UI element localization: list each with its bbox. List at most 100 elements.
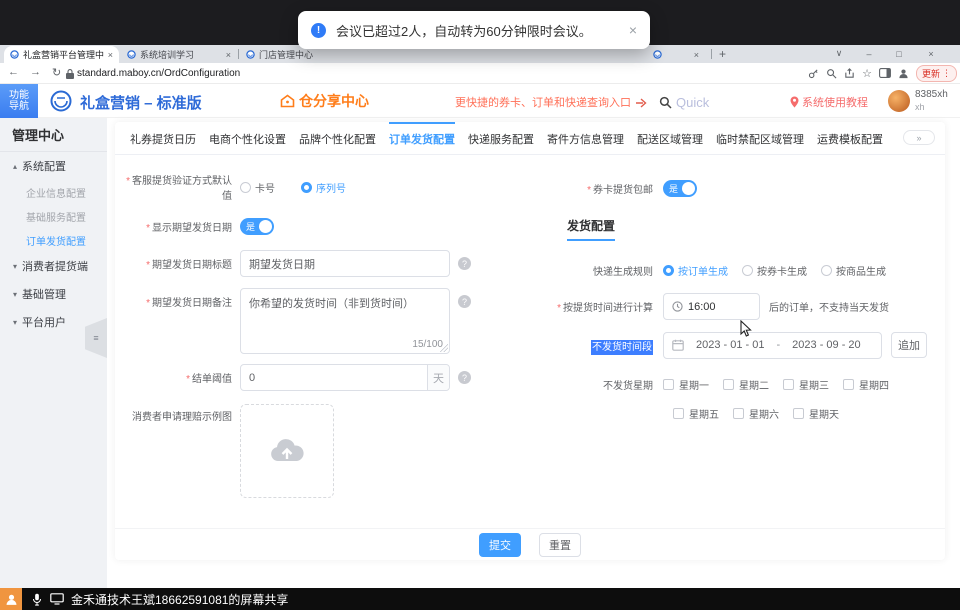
tab-close-icon[interactable]: × (694, 50, 699, 60)
resize-grip-icon[interactable] (440, 344, 448, 352)
warehouse-share-center-link[interactable]: 仓分享中心 (280, 91, 369, 111)
submit-button[interactable]: 提交 (479, 533, 521, 557)
radio-serial-number[interactable]: 序列号 (301, 180, 346, 195)
field-no-ship-weekdays-row2: 星期五 星期六 星期天 (673, 406, 853, 420)
expected-date-title-input[interactable] (249, 258, 441, 270)
group-label: 消费者提货端 (22, 258, 88, 274)
key-icon[interactable] (808, 68, 819, 79)
checkbox-tuesday[interactable]: 星期二 (723, 377, 783, 392)
tab-brand-custom[interactable]: 品牌个性化配置 (299, 122, 376, 154)
sidebar-group-consumer-pickup[interactable]: ▾ 消费者提货端 (0, 252, 107, 280)
pickup-time-input[interactable]: 16:00 (663, 293, 760, 320)
profile-icon[interactable] (898, 68, 909, 79)
checkbox-wednesday[interactable]: 星期三 (783, 377, 843, 392)
tab-separator (711, 49, 712, 59)
browser-tab-training[interactable]: 系统培训学习 × (121, 46, 237, 63)
tab-express-service[interactable]: 快递服务配置 (468, 122, 534, 154)
side-panel-icon[interactable] (879, 68, 891, 78)
share-bar-text: 金禾通技术王斌18662591081的屏幕共享 (71, 591, 288, 608)
microphone-icon[interactable] (32, 593, 42, 606)
radio-by-voucher[interactable]: 按券卡生成 (742, 263, 807, 278)
user-avatar[interactable] (888, 90, 910, 112)
help-icon[interactable]: ? (458, 295, 471, 308)
radio-by-product[interactable]: 按商品生成 (821, 263, 886, 278)
append-period-button[interactable]: 追加 (891, 332, 927, 358)
address-bar-actions: ☆ 更新 ⋮ (808, 63, 957, 83)
help-icon[interactable]: ? (458, 371, 471, 384)
quick-search-label[interactable]: Quick (676, 95, 709, 110)
site-favicon (10, 50, 19, 59)
free-shipping-toggle[interactable]: 是 (663, 180, 697, 197)
tab-voucher-calendar[interactable]: 礼券提货日历 (130, 122, 196, 154)
show-date-toggle[interactable]: 是 (240, 218, 274, 235)
function-nav-button[interactable]: 功能 导航 (0, 84, 38, 118)
user-name-suffix: xh (915, 101, 948, 113)
sidebar-item-basic-service[interactable]: 基础服务配置 (0, 204, 107, 228)
sidebar-group-basic-management[interactable]: ▾ 基础管理 (0, 280, 107, 308)
tutorial-link[interactable]: 系统使用教程 (790, 94, 868, 110)
reload-icon[interactable]: ↻ (52, 66, 61, 79)
tab-ecommerce-custom[interactable]: 电商个性化设置 (209, 122, 286, 154)
tab-temp-forbidden-area[interactable]: 临时禁配区域管理 (716, 122, 804, 154)
checkbox-saturday[interactable]: 星期六 (733, 406, 793, 421)
range-start-date[interactable]: 2023 - 01 - 01 (696, 339, 765, 351)
field-close-threshold: *结单阈值 天 ? (123, 364, 471, 391)
sidebar-item-enterprise-info[interactable]: 企业信息配置 (0, 180, 107, 204)
no-ship-date-range-input[interactable]: 2023 - 01 - 01 - 2023 - 09 - 20 (663, 332, 882, 359)
field-label: *券卡提货包邮 (507, 181, 663, 196)
window-close-icon[interactable]: × (920, 45, 942, 62)
field-claim-example: 消费者申请理赔示例图 (123, 404, 334, 498)
share-icon[interactable] (844, 68, 855, 79)
window-minimize-icon[interactable]: – (858, 45, 880, 62)
close-threshold-input[interactable] (249, 372, 423, 384)
checkbox-thursday[interactable]: 星期四 (843, 377, 903, 392)
browser-tab-hidden-2[interactable]: × (647, 46, 705, 63)
location-pin-icon (790, 96, 799, 108)
sidebar-item-order-shipping[interactable]: 订单发货配置 (0, 228, 107, 252)
checkbox-monday[interactable]: 星期一 (663, 377, 723, 392)
screen-share-icon[interactable] (50, 593, 64, 605)
help-icon[interactable]: ? (458, 257, 471, 270)
new-tab-button[interactable]: + (719, 47, 726, 61)
window-maximize-icon[interactable]: □ (888, 45, 910, 62)
tab-close-icon[interactable]: × (108, 50, 113, 60)
toast-close-icon[interactable]: × (629, 22, 637, 38)
radio-by-order[interactable]: 按订单生成 (663, 263, 728, 278)
lock-icon[interactable] (66, 69, 74, 79)
url-text[interactable]: standard.maboy.cn/OrdConfiguration (77, 68, 240, 79)
required-mark: * (587, 185, 591, 196)
content-card: 礼券提货日历 电商个性化设置 品牌个性化配置 订单发货配置 快递服务配置 寄件方… (115, 122, 945, 560)
tab-delivery-area[interactable]: 配送区域管理 (637, 122, 703, 154)
chrome-update-button[interactable]: 更新 ⋮ (916, 65, 957, 82)
zoom-icon[interactable] (826, 68, 837, 79)
radio-icon (240, 182, 251, 193)
radio-card-number[interactable]: 卡号 (240, 180, 275, 195)
tab-order-shipping-config[interactable]: 订单发货配置 (389, 122, 455, 154)
bookmark-star-icon[interactable]: ☆ (862, 67, 872, 80)
tab-freight-template[interactable]: 运费模板配置 (817, 122, 883, 154)
meeting-toast: ! 会议已超过2人，自动转为60分钟限时会议。 × (298, 11, 650, 49)
checkbox-label: 星期六 (749, 406, 779, 421)
form-actions: 提交 重置 (115, 533, 945, 557)
checkbox-friday[interactable]: 星期五 (673, 406, 733, 421)
checkbox-sunday[interactable]: 星期天 (793, 406, 853, 421)
required-mark: * (126, 176, 130, 187)
tab-sender-info[interactable]: 寄件方信息管理 (547, 122, 624, 154)
quick-search-icon[interactable] (659, 96, 672, 109)
sidebar-group-system-config[interactable]: ▴ 系统配置 (0, 152, 107, 180)
range-end-date[interactable]: 2023 - 09 - 20 (792, 339, 861, 351)
toggle-label: 是 (669, 182, 678, 195)
window-menu-icon[interactable]: ∨ (828, 45, 850, 62)
claim-example-upload-box[interactable] (240, 404, 334, 498)
forward-icon[interactable]: → (30, 66, 41, 78)
required-mark: * (146, 223, 150, 234)
back-icon[interactable]: ← (8, 66, 19, 78)
required-mark: * (146, 260, 150, 271)
browser-tab-gift-admin[interactable]: 礼盒营销平台管理中心 × (4, 46, 119, 63)
tab-overflow-button[interactable]: » (903, 130, 935, 145)
tab-close-icon[interactable]: × (226, 50, 231, 60)
field-pickup-time-calc: *按提货时间进行计算 16:00 后的订单，不支持当天发货 (507, 293, 889, 320)
reset-button[interactable]: 重置 (539, 533, 581, 557)
app-title: 礼盒营销 – 标准版 (80, 92, 202, 113)
checkbox-icon (843, 379, 854, 390)
